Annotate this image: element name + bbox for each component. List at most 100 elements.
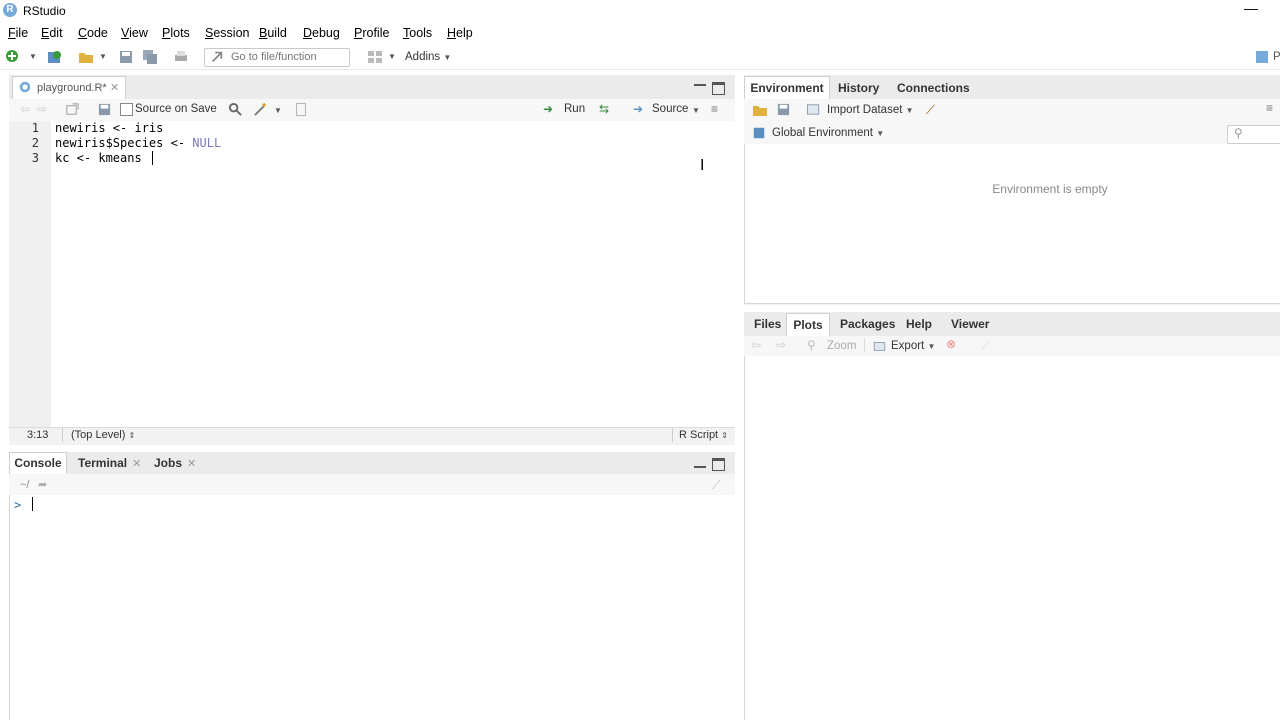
show-in-window-icon[interactable]	[65, 102, 80, 117]
save-all-icon[interactable]	[142, 49, 158, 65]
source-dropdown-icon[interactable]: ▼	[692, 106, 700, 115]
tab-jobs[interactable]: Jobs ✕	[154, 456, 196, 470]
cursor-position: 3:13	[27, 429, 49, 441]
scope-selector[interactable]: (Top Level) ⇕	[71, 429, 135, 441]
file-type-selector[interactable]: R Script ⇕	[679, 429, 728, 441]
environment-toolbar	[744, 99, 1280, 122]
open-file-icon[interactable]	[78, 49, 94, 65]
tab-packages[interactable]: Packages	[840, 317, 895, 331]
source-on-save-label: Source on Save	[135, 103, 217, 115]
tab-environment[interactable]: Environment	[744, 76, 830, 100]
menu-view[interactable]: View	[121, 26, 148, 40]
tab-console[interactable]: Console	[9, 452, 67, 475]
menu-edit[interactable]: Edit	[41, 26, 63, 40]
tab-help[interactable]: Help	[906, 317, 932, 331]
console-maximize-icon[interactable]	[712, 458, 725, 471]
tab-terminal[interactable]: Terminal ✕	[78, 456, 141, 470]
new-file-icon[interactable]	[5, 49, 21, 65]
plot-viewer	[744, 356, 1280, 720]
menu-debug[interactable]: Debug	[303, 26, 340, 40]
menu-bar: File Edit Code View Plots Session Build …	[0, 23, 1280, 44]
run-button[interactable]: Run	[564, 103, 585, 115]
tab-history[interactable]: History	[838, 81, 879, 95]
minimize-pane-icon[interactable]	[694, 84, 706, 86]
tab-connections[interactable]: Connections	[897, 81, 970, 95]
clear-plots-broom-icon[interactable]: ⟋	[981, 338, 990, 354]
menu-session[interactable]: Session	[205, 26, 249, 40]
tab-plots[interactable]: Plots	[786, 313, 830, 337]
vertical-splitter[interactable]	[736, 75, 744, 720]
menu-plots[interactable]: Plots	[162, 26, 190, 40]
menu-tools[interactable]: Tools	[403, 26, 432, 40]
forward-icon[interactable]: ⇨	[37, 102, 47, 116]
global-environment-selector[interactable]: Global Environment ▼	[772, 127, 884, 139]
import-dataset-button[interactable]: Import Dataset ▼	[827, 104, 914, 116]
project-icon[interactable]	[1254, 49, 1270, 65]
code-line: kc <- kmeans	[55, 151, 142, 165]
remove-plot-icon[interactable]: ⊗	[946, 337, 956, 351]
open-file-dropdown-icon[interactable]: ▼	[99, 52, 107, 61]
zoom-button[interactable]: Zoom	[827, 340, 856, 352]
console-toolbar	[9, 474, 735, 496]
clear-console-broom-icon[interactable]: ⟋	[712, 478, 720, 493]
plots-toolbar	[744, 336, 1280, 357]
document-outline-icon[interactable]: ≡	[711, 102, 718, 116]
export-icon	[873, 342, 886, 351]
back-icon[interactable]: ⇦	[20, 102, 30, 116]
maximize-pane-icon[interactable]	[712, 82, 725, 95]
console-prompt: >	[14, 498, 22, 512]
environment-list	[744, 144, 1280, 304]
code-line: newiris <- iris	[55, 121, 164, 135]
goto-directory-icon[interactable]: ➦	[38, 478, 47, 491]
environment-empty-message: Environment is empty	[992, 182, 1108, 196]
tab-files[interactable]: Files	[754, 317, 781, 331]
rstudio-logo-icon: R	[3, 3, 17, 17]
list-view-icon[interactable]: ≡	[1266, 101, 1273, 115]
run-arrow-icon: ➜	[543, 102, 554, 116]
console-output[interactable]	[9, 495, 737, 720]
project-label[interactable]: P	[1273, 51, 1280, 63]
new-project-icon[interactable]	[46, 49, 62, 65]
close-tab-icon[interactable]: ✕	[110, 81, 119, 94]
menu-build[interactable]: Build	[259, 26, 287, 40]
addins-menu[interactable]: Addins ▼	[405, 51, 451, 63]
editor-toolbar	[9, 99, 735, 122]
menu-file[interactable]: File	[8, 26, 28, 40]
export-button[interactable]: Export ▼	[891, 340, 935, 352]
status-divider	[62, 428, 63, 442]
menu-code[interactable]: Code	[78, 26, 108, 40]
code-tools-dropdown-icon[interactable]: ▼	[274, 106, 282, 115]
clear-env-broom-icon[interactable]: ⟋	[926, 102, 935, 118]
rerun-icon[interactable]: ⇆	[599, 102, 609, 116]
status-divider	[672, 428, 673, 442]
editor-tab-label: playground.R*	[37, 82, 107, 94]
previous-plot-icon[interactable]: ⇦	[751, 338, 761, 352]
code-editor[interactable]	[9, 121, 737, 427]
text-cursor	[152, 151, 153, 165]
search-icon: ⚲	[1234, 126, 1243, 140]
next-plot-icon[interactable]: ⇨	[776, 338, 786, 352]
editor-save-icon[interactable]	[97, 102, 112, 117]
load-workspace-icon[interactable]	[752, 102, 768, 118]
zoom-icon: ⚲	[807, 338, 816, 352]
save-icon[interactable]	[118, 49, 134, 65]
save-workspace-icon[interactable]	[776, 102, 791, 117]
minimize-button[interactable]: —	[1240, 0, 1262, 20]
console-minimize-icon[interactable]	[694, 466, 706, 468]
menu-help[interactable]: Help	[447, 26, 473, 40]
tab-viewer[interactable]: Viewer	[951, 317, 989, 331]
working-directory: ~/	[20, 479, 30, 491]
print-icon[interactable]	[173, 49, 189, 65]
line-number: 3	[31, 151, 39, 165]
source-button[interactable]: Source	[652, 103, 688, 115]
code-tools-wand-icon[interactable]	[253, 102, 268, 117]
find-replace-icon[interactable]	[228, 102, 243, 117]
mouse-ibeam-cursor: I	[700, 157, 705, 174]
compile-report-icon[interactable]	[294, 102, 308, 117]
pane-layout-icon[interactable]	[367, 49, 383, 65]
source-on-save-checkbox[interactable]	[120, 103, 133, 116]
line-number: 2	[31, 136, 39, 150]
pane-layout-dropdown-icon[interactable]: ▼	[388, 52, 396, 61]
new-file-dropdown-icon[interactable]: ▼	[29, 52, 37, 61]
menu-profile[interactable]: Profile	[354, 26, 389, 40]
